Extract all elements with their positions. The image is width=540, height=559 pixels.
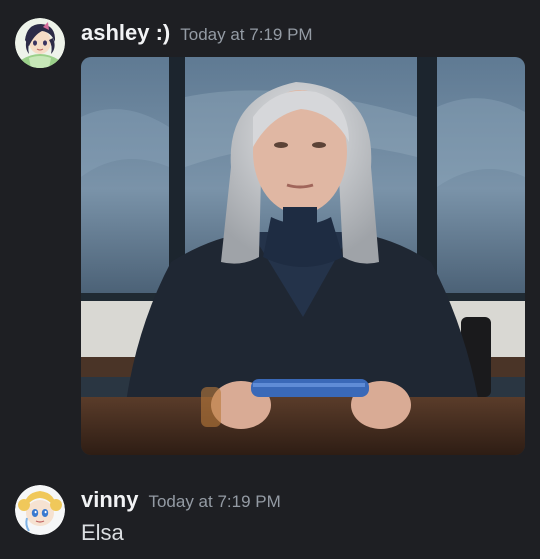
- timestamp-label: Today at 7:19 PM: [148, 492, 281, 511]
- timestamp-label: Today at 7:19 PM: [180, 25, 313, 44]
- photo-image: [81, 57, 525, 455]
- avatar-ashley[interactable]: [15, 18, 65, 68]
- message-header: vinny Today at 7:19 PM: [81, 487, 281, 513]
- avatar-vinny[interactable]: [15, 485, 65, 535]
- message-ashley: ashley :) Today at 7:19 PM: [0, 0, 540, 465]
- username-label[interactable]: ashley :): [81, 20, 170, 46]
- anime-avatar-icon: [15, 18, 65, 68]
- message-text: Elsa: [81, 520, 124, 545]
- chat-message-list: ashley :) Today at 7:19 PM vinny Today a…: [0, 0, 540, 559]
- message-header: ashley :) Today at 7:19 PM: [81, 20, 313, 46]
- cartoon-avatar-icon: [15, 485, 65, 535]
- username-label[interactable]: vinny: [81, 487, 138, 513]
- message-vinny: vinny Today at 7:19 PM Elsa: [0, 465, 540, 559]
- image-attachment[interactable]: [81, 57, 525, 455]
